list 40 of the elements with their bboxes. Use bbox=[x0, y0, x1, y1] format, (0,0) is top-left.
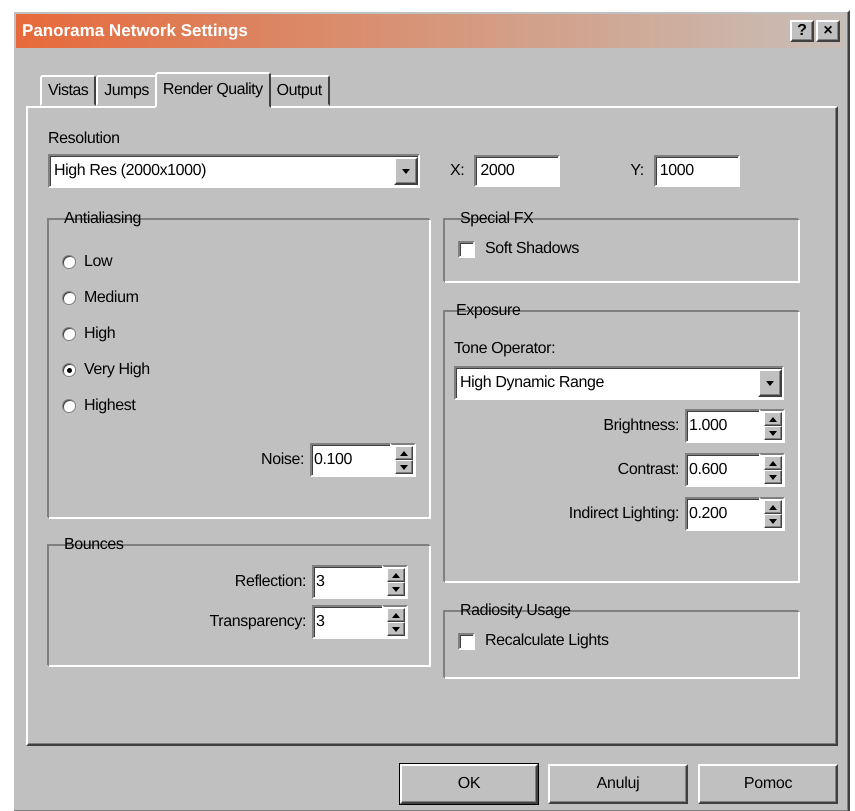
dropdown-field[interactable]: High Res (2000x1000) bbox=[48, 154, 420, 188]
down-arrow-icon bbox=[402, 168, 410, 174]
field-label: Indirect Lighting: bbox=[568, 505, 679, 523]
dropdown-button[interactable] bbox=[394, 157, 418, 185]
dropdown-button[interactable] bbox=[758, 369, 782, 397]
field-label: Contrast: bbox=[618, 461, 679, 479]
group-title: Radiosity Usage bbox=[459, 602, 572, 620]
x-field[interactable]: 2000 bbox=[474, 155, 560, 187]
radio-button[interactable]: Very High bbox=[62, 352, 416, 388]
y-label: Y: bbox=[630, 162, 644, 180]
radio-button[interactable]: Low bbox=[62, 244, 416, 280]
window-title: Panorama Network Settings bbox=[22, 21, 249, 41]
dropdown-field[interactable]: High Dynamic Range bbox=[454, 366, 784, 400]
field-label: Transparency: bbox=[210, 613, 306, 631]
y-field[interactable]: 1000 bbox=[654, 155, 740, 187]
tab[interactable]: Vistas bbox=[40, 75, 96, 106]
help-button[interactable]: ? bbox=[790, 20, 814, 42]
x-label: X: bbox=[450, 162, 464, 180]
resolution-label: Resolution bbox=[48, 130, 121, 148]
noise-label: Noise: bbox=[261, 451, 304, 469]
tab[interactable]: Jumps bbox=[96, 75, 157, 106]
dialog-button[interactable]: Pomoc bbox=[698, 764, 838, 804]
close-button[interactable]: × bbox=[816, 20, 840, 42]
field-label: Reflection: bbox=[234, 573, 306, 591]
radio-button[interactable]: Highest bbox=[62, 388, 416, 424]
dialog-button[interactable]: Anuluj bbox=[548, 764, 688, 804]
group-title: Exposure bbox=[455, 302, 522, 320]
field-label: Brightness: bbox=[603, 417, 679, 435]
checkbox[interactable]: Recalculate Lights bbox=[458, 632, 785, 650]
group-title: Antialiasing bbox=[63, 210, 142, 228]
tab[interactable]: Output bbox=[268, 75, 330, 106]
radio-button[interactable]: High bbox=[62, 316, 416, 352]
down-arrow-icon bbox=[766, 380, 774, 386]
group-title: Bounces bbox=[63, 536, 124, 554]
group-title: Special FX bbox=[459, 210, 534, 228]
radio-button[interactable]: Medium bbox=[62, 280, 416, 316]
dialog-button[interactable]: OK bbox=[400, 764, 538, 804]
tab[interactable]: Render Quality bbox=[154, 72, 271, 108]
tone-operator-label: Tone Operator: bbox=[454, 340, 556, 358]
checkbox[interactable]: Soft Shadows bbox=[458, 240, 785, 258]
